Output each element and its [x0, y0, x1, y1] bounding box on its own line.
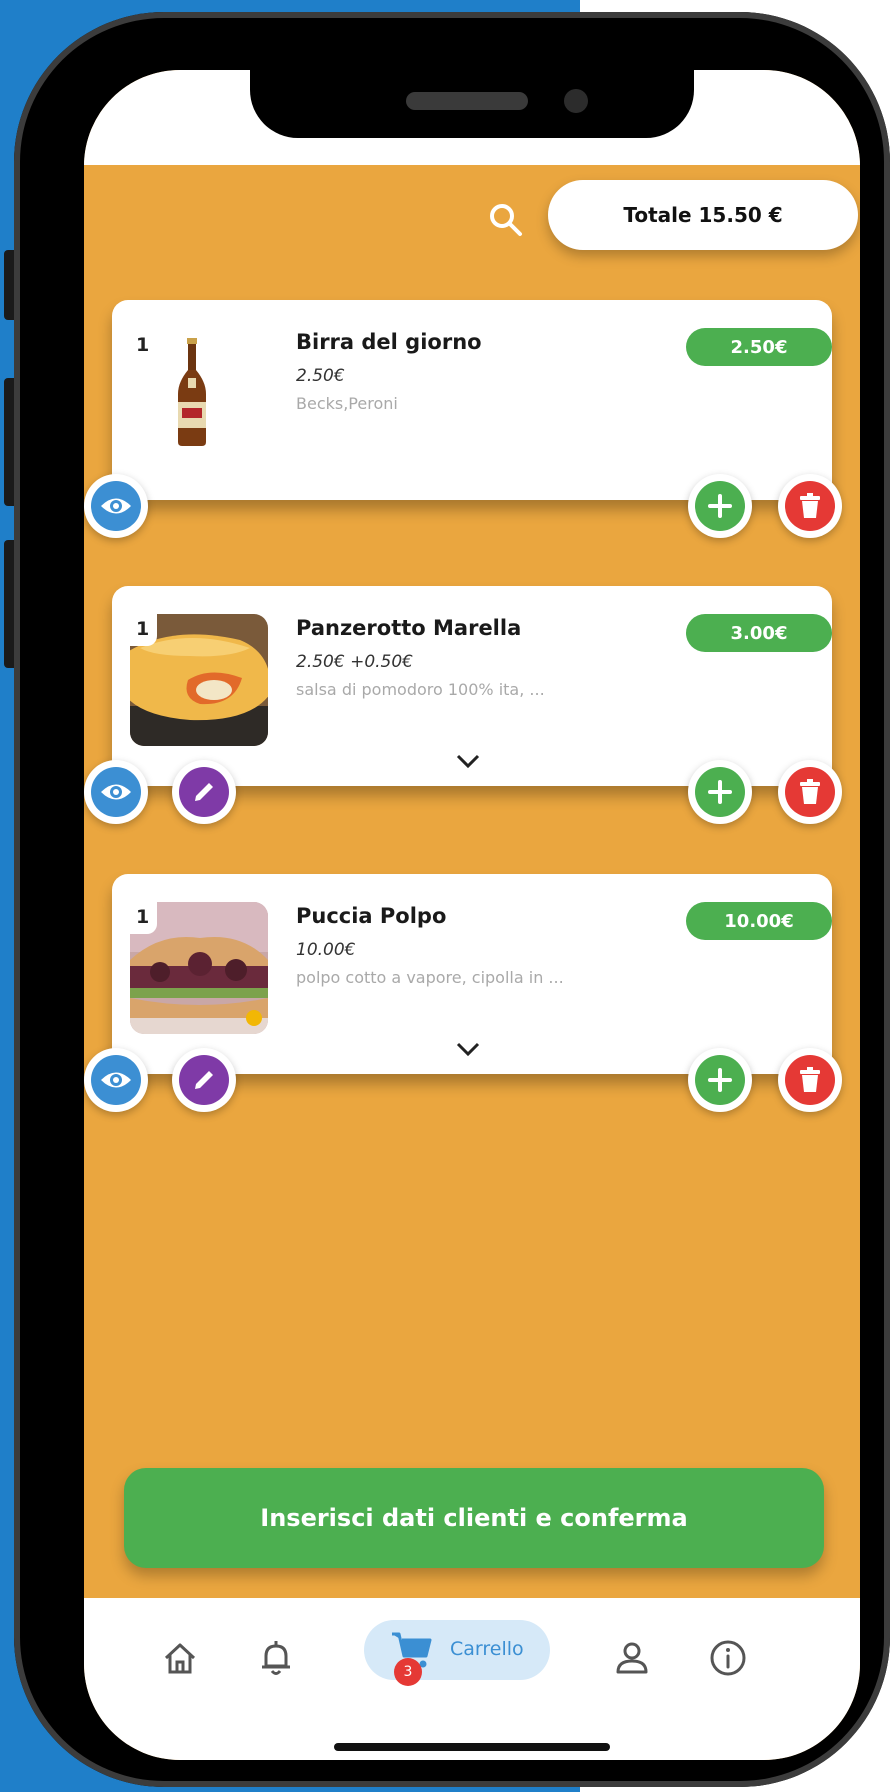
- trash-icon: [800, 1067, 820, 1092]
- add-button[interactable]: [688, 760, 752, 824]
- nav-cart-label: Carrello: [450, 1638, 524, 1660]
- item-quantity: 1: [136, 334, 150, 356]
- eye-icon: [101, 784, 131, 800]
- speaker: [406, 92, 528, 110]
- status-bar: [84, 70, 860, 165]
- item-total-badge: 10.00€: [686, 902, 832, 940]
- user-icon[interactable]: [612, 1638, 652, 1678]
- add-button[interactable]: [688, 1048, 752, 1112]
- item-price: 2.50€: [296, 366, 345, 386]
- bottom-navbar: 3 Carrello: [84, 1598, 860, 1760]
- chevron-down-icon[interactable]: [454, 1040, 482, 1058]
- beer-bottle-image: [178, 338, 206, 446]
- item-price: 10.00€: [296, 940, 356, 960]
- eye-icon: [101, 498, 131, 514]
- search-icon[interactable]: [486, 200, 526, 240]
- chevron-down-icon[interactable]: [454, 752, 482, 770]
- edit-button[interactable]: [172, 1048, 236, 1112]
- plus-icon: [708, 780, 732, 804]
- info-icon[interactable]: [708, 1638, 748, 1678]
- view-button[interactable]: [84, 760, 148, 824]
- delete-button[interactable]: [778, 760, 842, 824]
- item-quantity: 1: [130, 614, 158, 646]
- app-screen: Totale 15.50 € 1 Birra del giorno 2.50€ …: [84, 70, 860, 1760]
- trash-icon: [800, 779, 820, 804]
- nav-cart-tab[interactable]: 3 Carrello: [364, 1620, 550, 1686]
- item-price: 2.50€ +0.50€: [296, 652, 413, 672]
- delete-button[interactable]: [778, 474, 842, 538]
- plus-icon: [708, 1068, 732, 1092]
- view-button[interactable]: [84, 474, 148, 538]
- home-indicator: [334, 1743, 610, 1751]
- camera: [564, 89, 588, 113]
- cart-item: 1 Panzerotto Marella 2.50€ +0.50€ salsa …: [112, 586, 832, 786]
- phone-frame: Totale 15.50 € 1 Birra del giorno 2.50€ …: [14, 12, 890, 1787]
- item-description: Becks,Peroni: [296, 394, 398, 413]
- eye-icon: [101, 1072, 131, 1088]
- edit-button[interactable]: [172, 760, 236, 824]
- cart-item: 1 Puccia Polpo 10.00€ polpo cotto a vapo…: [112, 874, 832, 1074]
- item-quantity: 1: [130, 902, 158, 934]
- pencil-icon: [195, 783, 213, 801]
- notch: [250, 70, 694, 138]
- view-button[interactable]: [84, 1048, 148, 1112]
- item-total-badge: 2.50€: [686, 328, 832, 366]
- cart-total[interactable]: Totale 15.50 €: [548, 180, 858, 250]
- item-name: Birra del giorno: [296, 330, 482, 354]
- confirm-order-button[interactable]: Inserisci dati clienti e conferma: [124, 1468, 824, 1568]
- cart-count-badge: 3: [394, 1658, 422, 1686]
- item-total-badge: 3.00€: [686, 614, 832, 652]
- bell-icon[interactable]: [256, 1638, 296, 1678]
- item-description: salsa di pomodoro 100% ita, ...: [296, 680, 545, 699]
- item-name: Panzerotto Marella: [296, 616, 522, 640]
- item-description: polpo cotto a vapore, cipolla in ...: [296, 968, 564, 987]
- home-icon[interactable]: [160, 1638, 200, 1678]
- pencil-icon: [195, 1071, 213, 1089]
- delete-button[interactable]: [778, 1048, 842, 1112]
- cart-item: 1 Birra del giorno 2.50€ Becks,Peroni 2.…: [112, 300, 832, 500]
- plus-icon: [708, 494, 732, 518]
- item-name: Puccia Polpo: [296, 904, 447, 928]
- trash-icon: [800, 493, 820, 518]
- add-button[interactable]: [688, 474, 752, 538]
